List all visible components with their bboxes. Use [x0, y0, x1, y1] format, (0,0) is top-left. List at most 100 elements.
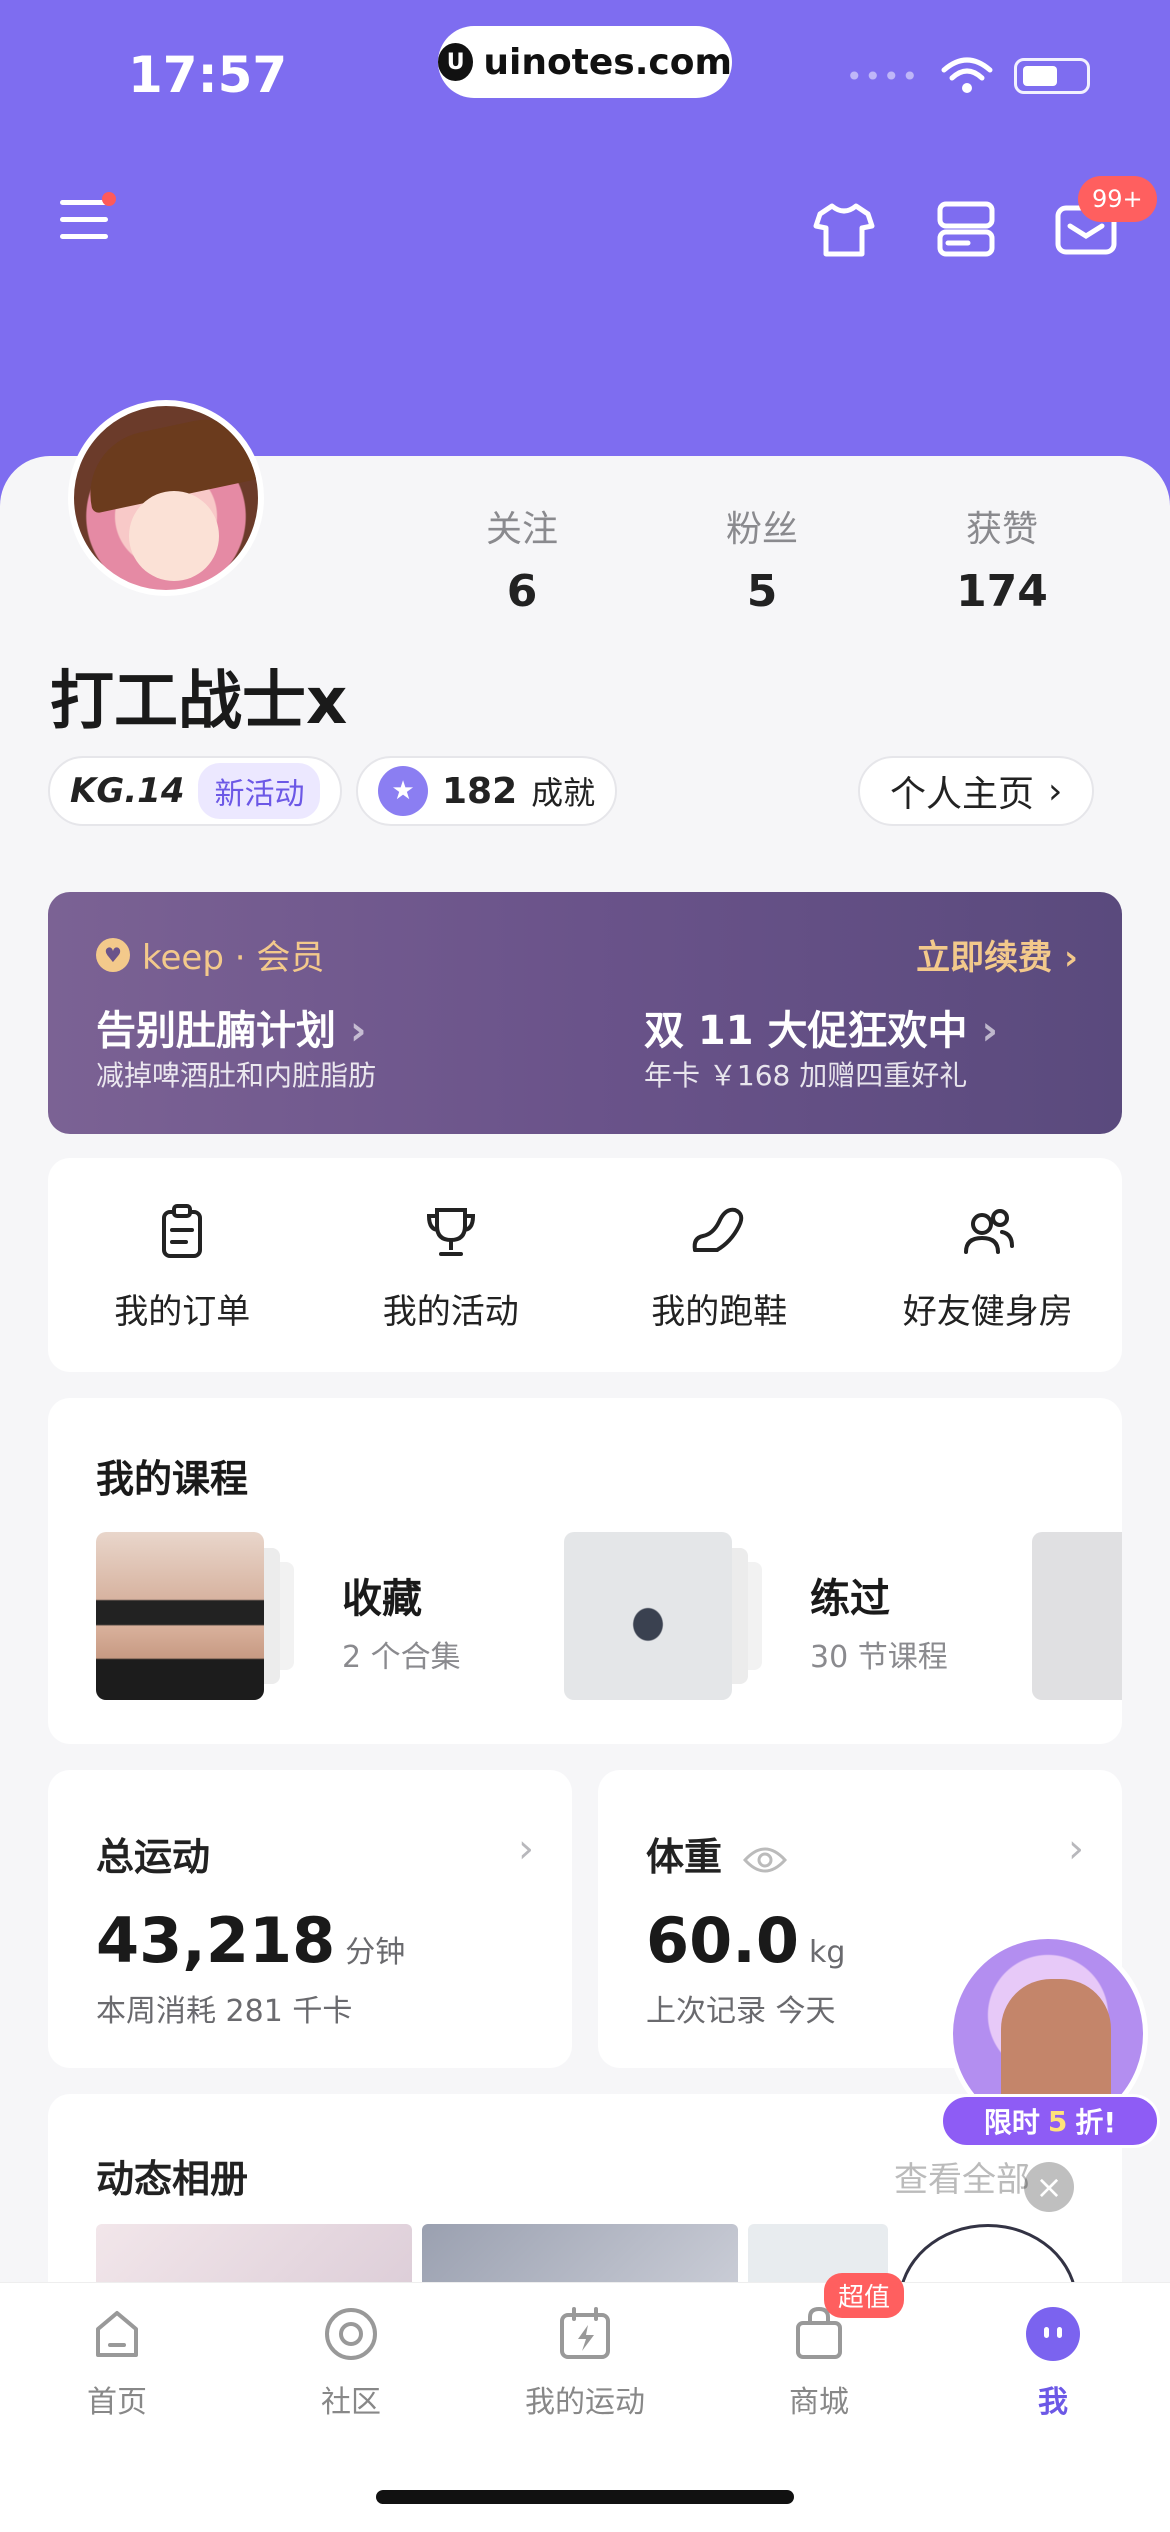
course-thumbnail [96, 1532, 264, 1700]
vip-brand: ♥ keep · 会员 [96, 930, 324, 979]
stat-value: 174 [956, 566, 1048, 617]
community-icon [325, 2308, 377, 2360]
shortcut-label: 好友健身房 [902, 1292, 1073, 1332]
stat-likes[interactable]: 获赞 174 [882, 500, 1122, 617]
card-value: 60.0 kg [646, 1904, 846, 1977]
chevron-right-icon: › [518, 1826, 534, 1872]
battery-icon [1014, 58, 1090, 94]
renew-button[interactable]: 立即续费 › [916, 930, 1078, 979]
homepage-label: 个人主页 [890, 774, 1035, 815]
course-title: 收藏 [342, 1576, 422, 1622]
achievements-chip[interactable]: ★ 182 成就 [356, 756, 618, 826]
course-placeholder[interactable] [1032, 1532, 1122, 1700]
course-thumbnail [564, 1532, 732, 1700]
renew-label: 立即续费 [916, 938, 1053, 978]
level-text: KG.14 [70, 771, 185, 811]
card-value: 43,218 分钟 [96, 1904, 406, 1977]
shortcut-label: 我的跑鞋 [651, 1292, 788, 1332]
course-title: 练过 [810, 1576, 890, 1622]
shortcut-label: 我的订单 [114, 1292, 251, 1332]
chevron-right-icon: › [349, 1008, 367, 1054]
shortcut-orders[interactable]: 我的订单 [48, 1158, 317, 1372]
promo-tag: 限时 5 折! [940, 2094, 1160, 2148]
shoe-icon [692, 1207, 744, 1252]
vip-promo-2-title: 双 11 大促狂欢中 [644, 1008, 968, 1054]
level-tag: 新活动 [198, 763, 321, 819]
stat-label: 关注 [485, 509, 558, 550]
medal-icon: ★ [378, 766, 428, 816]
wifi-icon [941, 57, 993, 93]
tab-me[interactable]: 我 [936, 2283, 1170, 2532]
stat-followers[interactable]: 粉丝 5 [642, 500, 882, 617]
device-icon[interactable] [934, 200, 998, 260]
chevron-right-icon: › [1063, 938, 1078, 978]
card-sub: 上次记录 今天 [646, 1994, 836, 2029]
site-logo-icon: U [438, 43, 474, 81]
shop-badge: 超值 [824, 2273, 905, 2318]
promo-float[interactable]: 限时 5 折! [940, 1934, 1160, 2148]
card-sub: 本周消耗 281 千卡 [96, 1994, 353, 2029]
message-badge: 99+ [1078, 176, 1157, 222]
status-indicators: •••• [846, 56, 1090, 96]
shortcut-grid: 我的订单 我的活动 我的跑鞋 好友健身房 [48, 1158, 1122, 1372]
vip-brand-text: keep · 会员 [142, 938, 325, 978]
vip-promo-2[interactable]: 双 11 大促狂欢中 › [644, 998, 998, 1056]
achievements-count: 182 [442, 770, 518, 812]
card-title: 体重 [646, 1826, 788, 1881]
profile-stats: 关注 6 粉丝 5 获赞 174 [402, 500, 1122, 617]
signal-icon: •••• [845, 59, 920, 93]
vip-promo-2-sub: 年卡 ￥168 加赠四重好礼 [644, 1059, 968, 1092]
vip-promo-1[interactable]: 告别肚腩计划 › [96, 998, 366, 1056]
level-chip[interactable]: KG.14 新活动 [48, 756, 343, 826]
stat-value: 5 [746, 566, 778, 617]
course-sub: 2 个合集 [342, 1640, 461, 1675]
stat-value: 6 [506, 566, 538, 617]
tab-home[interactable]: 首页 [0, 2283, 234, 2532]
achievements-label: 成就 [531, 774, 596, 812]
chevron-right-icon: › [1068, 1826, 1084, 1872]
card-title: 总运动 [96, 1835, 211, 1879]
clipboard-icon [162, 1204, 203, 1258]
shortcut-activities[interactable]: 我的活动 [317, 1158, 586, 1372]
shortcut-friends-gym[interactable]: 好友健身房 [854, 1158, 1123, 1372]
calendar-bolt-icon [560, 2307, 610, 2359]
home-icon [96, 2311, 138, 2357]
username: 打工战士x [50, 665, 348, 739]
card-unit: 分钟 [345, 1935, 406, 1970]
course-sub: 30 节课程 [810, 1640, 948, 1675]
shortcut-label: 我的活动 [382, 1292, 519, 1332]
chevron-right-icon: › [981, 1008, 998, 1054]
avatar[interactable] [68, 400, 264, 596]
section-title: 我的课程 [96, 1457, 249, 1501]
tab-label: 我 [1038, 2385, 1068, 2420]
tab-label: 商城 [789, 2385, 849, 2420]
heart-icon: ♥ [96, 937, 130, 972]
friends-icon [963, 1209, 1014, 1254]
course-favorites[interactable]: 收藏 2 个合集 [96, 1532, 461, 1700]
total-exercise-card[interactable]: 总运动 › 43,218 分钟 本周消耗 281 千卡 [48, 1770, 572, 2068]
vip-promo-1-sub: 减掉啤酒肚和内脏脂肪 [96, 1059, 377, 1092]
status-time: 17:57 [128, 46, 288, 104]
card-unit: kg [808, 1935, 846, 1970]
tab-label: 我的运动 [525, 2385, 645, 2420]
trophy-icon [426, 1208, 475, 1256]
chevron-right-icon: › [1048, 770, 1063, 812]
shortcut-shoes[interactable]: 我的跑鞋 [585, 1158, 854, 1372]
tab-label: 社区 [321, 2385, 381, 2420]
url-pill: U uinotes.com [438, 26, 732, 98]
home-indicator [376, 2490, 794, 2504]
vip-banner[interactable]: ♥ keep · 会员 立即续费 › 告别肚腩计划 › 减掉啤酒肚和内脏脂肪 双… [48, 892, 1122, 1134]
me-icon [1026, 2307, 1080, 2361]
menu-notification-dot [102, 192, 116, 206]
section-title: 动态相册 [96, 2157, 249, 2201]
url-text: uinotes.com [483, 41, 732, 83]
stat-following[interactable]: 关注 6 [402, 500, 642, 617]
menu-icon[interactable] [60, 200, 112, 250]
close-icon[interactable]: × [1024, 2162, 1074, 2212]
tshirt-icon[interactable] [812, 200, 876, 260]
view-all-link[interactable]: 查看全部 [894, 2152, 1030, 2201]
homepage-button[interactable]: 个人主页 › [858, 756, 1095, 826]
stat-label: 获赞 [965, 509, 1038, 550]
course-practiced[interactable]: 练过 30 节课程 [564, 1532, 948, 1700]
eye-icon[interactable] [743, 1844, 788, 1876]
